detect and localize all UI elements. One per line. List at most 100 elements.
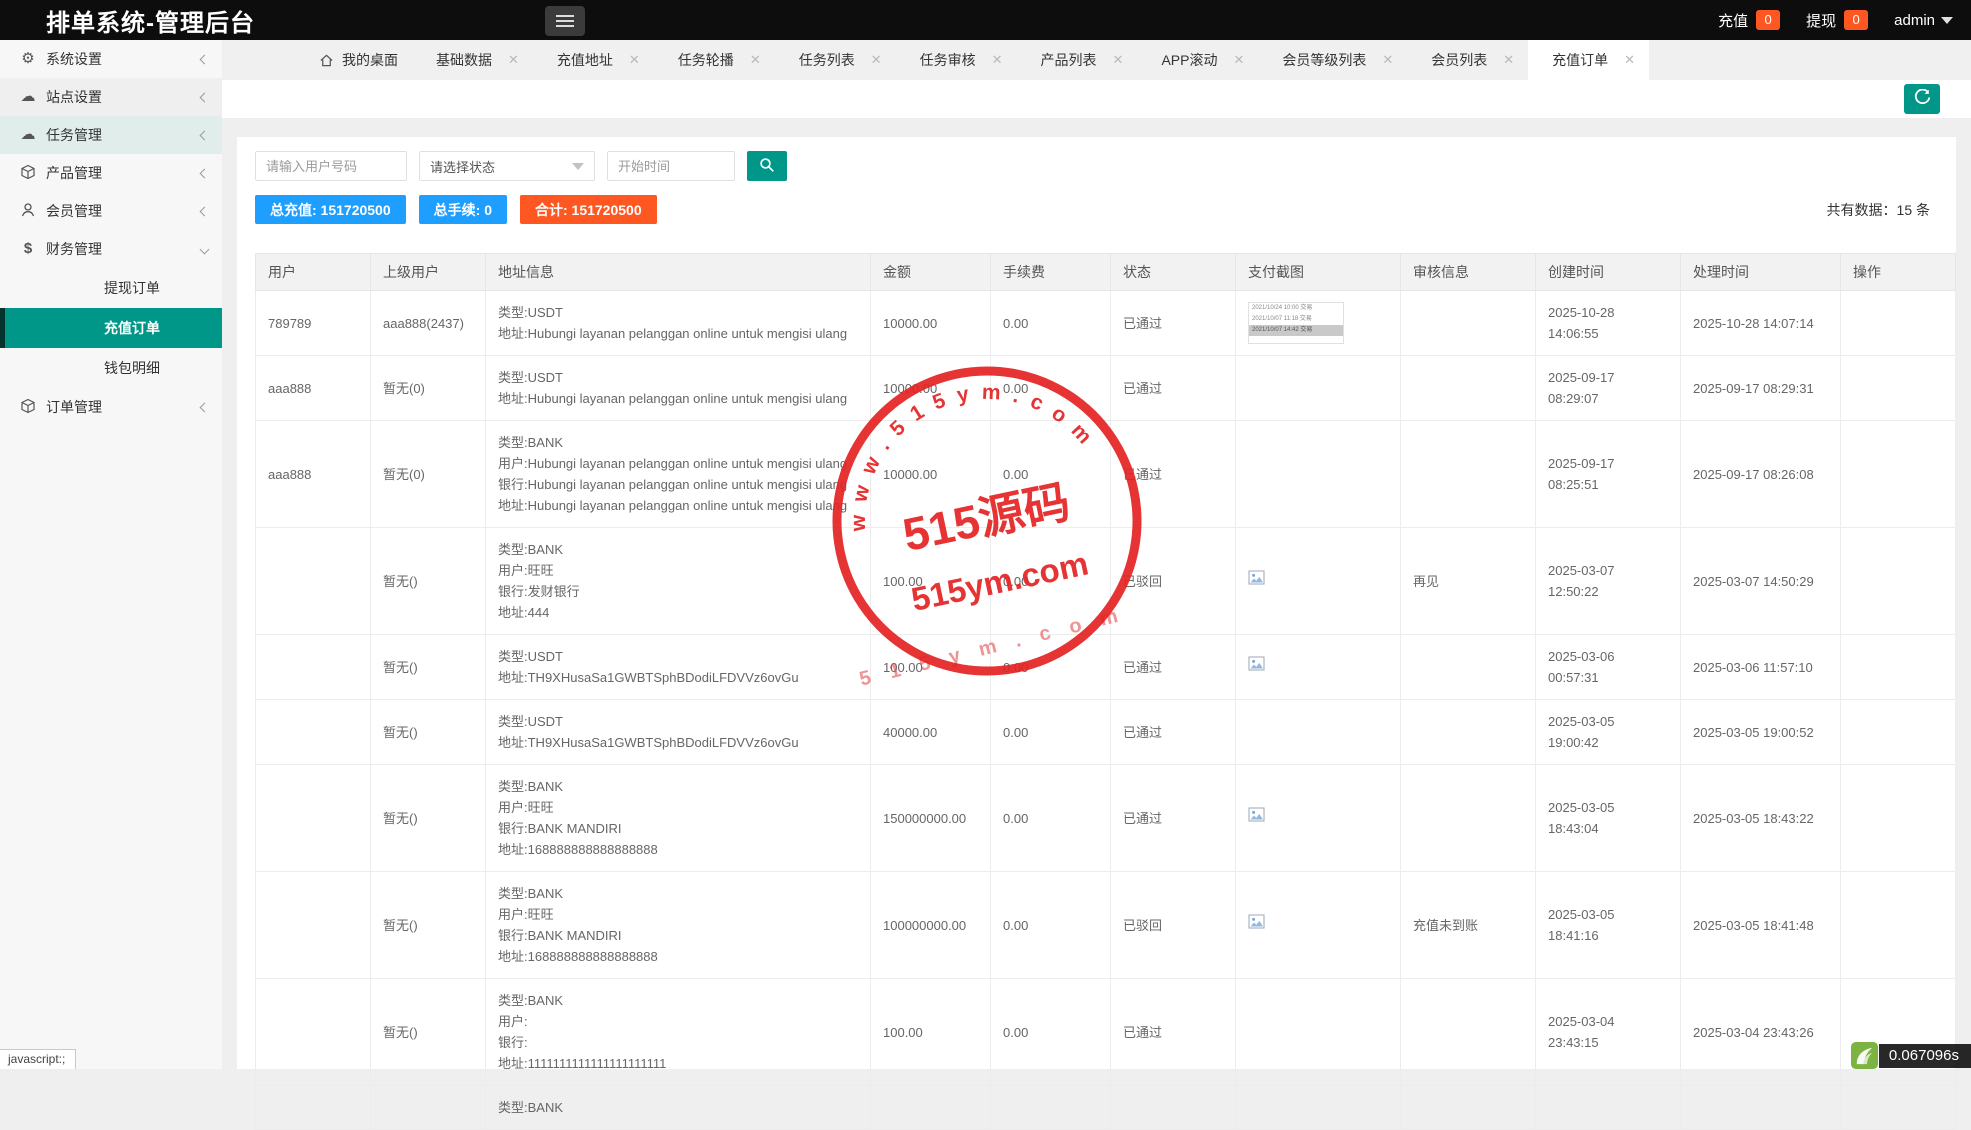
cell-actions <box>1841 421 1956 528</box>
tab-close-icon[interactable]: ✕ <box>1113 52 1124 68</box>
sidebar-item-3[interactable]: 产品管理 <box>0 154 222 192</box>
broken-image-icon[interactable] <box>1248 574 1266 589</box>
page-load-time: 0.067096s <box>1879 1044 1971 1068</box>
table-row: 暂无()类型:BANK用户:旺旺银行:BANK MANDIRI地址:168888… <box>256 765 1956 872</box>
tab-6[interactable]: 产品列表 ✕ <box>1017 40 1138 80</box>
table-row: 暂无()类型:BANK用户:旺旺银行:BANK MANDIRI地址:168888… <box>256 872 1956 979</box>
broken-image-icon[interactable] <box>1248 918 1266 933</box>
tab-3[interactable]: 任务轮播✕ <box>654 40 775 80</box>
tab-9[interactable]: 会员列表 ✕ <box>1407 40 1528 80</box>
tab-label: 基础数据 <box>436 50 492 70</box>
home-icon <box>319 53 334 68</box>
cell-created-time: 2025-03-04 23:43:15 <box>1536 979 1681 1086</box>
sidebar-item-1[interactable]: ☁站点设置 <box>0 78 222 116</box>
tab-4[interactable]: 任务列表✕ <box>775 40 896 80</box>
cell-amount: 100.00 <box>871 979 991 1086</box>
tab-close-icon[interactable]: ✕ <box>629 52 640 68</box>
table-row: aaa888暂无(0)类型:BANK用户:Hubungi layanan pel… <box>256 421 1956 528</box>
recharge-notice[interactable]: 充值 0 <box>1718 10 1780 31</box>
payment-screenshot-thumbnail[interactable]: 2021/10/24 10:00 交易2021/10/07 11:18 交易20… <box>1248 302 1344 344</box>
column-header-1: 上级用户 <box>371 254 486 291</box>
cell-review-info <box>1401 979 1536 1086</box>
stat-button-2[interactable]: 合计: 151720500 <box>520 195 657 224</box>
cell-parent-user: 暂无(0) <box>371 421 486 528</box>
broken-image-icon[interactable] <box>1248 660 1266 675</box>
cell-address-info: 类型:USDT地址:Hubungi layanan pelanggan onli… <box>486 291 871 356</box>
cell-processed-time: 2025-09-17 08:26:08 <box>1681 421 1841 528</box>
cell-review-info <box>1401 291 1536 356</box>
chevron-left-icon <box>200 54 210 64</box>
tab-close-icon[interactable]: ✕ <box>1382 52 1393 68</box>
table-row: 暂无()类型:USDT地址:TH9XHusaSa1GWBTSphBDodiLFD… <box>256 635 1956 700</box>
user-number-input[interactable] <box>255 151 407 181</box>
tab-close-icon[interactable]: ✕ <box>871 52 882 68</box>
sidebar: ⚙系统设置☁站点设置☁任务管理产品管理会员管理$财务管理提现订单充值订单钱包明细… <box>0 40 222 1069</box>
cell-status <box>1111 1086 1236 1130</box>
column-header-2: 地址信息 <box>486 254 871 291</box>
sidebar-item-2[interactable]: ☁任务管理 <box>0 116 222 154</box>
sidebar-item-label: 财务管理 <box>46 239 102 259</box>
column-header-9: 处理时间 <box>1681 254 1841 291</box>
cell-fee: 0.00 <box>991 291 1111 356</box>
cell-payment-screenshot <box>1236 765 1401 872</box>
sidebar-item-4[interactable]: 会员管理 <box>0 192 222 230</box>
hamburger-menu-icon[interactable] <box>545 6 585 36</box>
status-select[interactable]: 请选择状态 <box>419 151 595 181</box>
cell-status: 已通过 <box>1111 765 1236 872</box>
cell-payment-screenshot <box>1236 421 1401 528</box>
sidebar-subitem-5-1[interactable]: 充值订单 <box>0 308 222 348</box>
refresh-button[interactable] <box>1904 84 1940 114</box>
cell-payment-screenshot <box>1236 1086 1401 1130</box>
tab-close-icon[interactable]: ✕ <box>1624 52 1635 68</box>
cell-user <box>256 700 371 765</box>
start-time-input[interactable] <box>607 151 735 181</box>
tab-close-icon[interactable]: ✕ <box>750 52 761 68</box>
tab-8[interactable]: 会员等级列表✕ <box>1258 40 1407 80</box>
cell-processed-time: 2025-03-04 23:43:26 <box>1681 979 1841 1086</box>
withdraw-notice-label: 提现 <box>1806 10 1836 31</box>
cell-parent-user: 暂无() <box>371 700 486 765</box>
sidebar-subitem-5-2[interactable]: 钱包明细 <box>0 348 222 388</box>
cell-fee: 0.00 <box>991 635 1111 700</box>
tab-0[interactable]: 我的桌面 <box>295 40 412 80</box>
tab-label: 产品列表 <box>1041 50 1097 70</box>
tab-close-icon[interactable]: ✕ <box>1233 52 1244 68</box>
admin-user-menu[interactable]: admin <box>1894 12 1953 29</box>
tab-5[interactable]: 任务审核✕ <box>896 40 1017 80</box>
stat-button-1[interactable]: 总手续: 0 <box>419 195 507 224</box>
cube-icon <box>19 164 37 182</box>
cell-fee: 0.00 <box>991 979 1111 1086</box>
cell-amount: 40000.00 <box>871 700 991 765</box>
chevron-down-icon <box>200 244 210 254</box>
recharge-count-badge: 0 <box>1756 10 1780 30</box>
sidebar-item-5[interactable]: $财务管理 <box>0 230 222 268</box>
tab-close-icon[interactable]: ✕ <box>1503 52 1514 68</box>
broken-image-icon[interactable] <box>1248 811 1266 826</box>
cell-status: 已通过 <box>1111 700 1236 765</box>
sidebar-item-6[interactable]: 订单管理 <box>0 388 222 426</box>
cell-parent-user: aaa888(2437) <box>371 291 486 356</box>
admin-username: admin <box>1894 12 1935 29</box>
tab-7[interactable]: APP滚动✕ <box>1137 40 1258 80</box>
column-header-3: 金额 <box>871 254 991 291</box>
cell-payment-screenshot <box>1236 872 1401 979</box>
withdraw-notice[interactable]: 提现 0 <box>1806 10 1868 31</box>
stat-button-0[interactable]: 总充值: 151720500 <box>255 195 406 224</box>
cell-user <box>256 1086 371 1130</box>
cell-status: 已通过 <box>1111 356 1236 421</box>
cell-created-time: 2025-09-17 08:29:07 <box>1536 356 1681 421</box>
tab-1[interactable]: 基础数据 ✕ <box>412 40 533 80</box>
tab-label: 会员列表 <box>1431 50 1487 70</box>
sidebar-subitem-5-0[interactable]: 提现订单 <box>0 268 222 308</box>
cell-address-info: 类型:USDT地址:TH9XHusaSa1GWBTSphBDodiLFDVVz6… <box>486 700 871 765</box>
sidebar-item-0[interactable]: ⚙系统设置 <box>0 40 222 78</box>
tab-close-icon[interactable]: ✕ <box>992 52 1003 68</box>
tab-close-icon[interactable]: ✕ <box>508 52 519 68</box>
tab-10[interactable]: 充值订单✕ <box>1528 40 1649 80</box>
cell-user: 789789 <box>256 291 371 356</box>
tab-2[interactable]: 充值地址✕ <box>533 40 654 80</box>
stats-row: 总充值: 151720500总手续: 0合计: 151720500共有数据：15… <box>255 195 1938 224</box>
search-button[interactable] <box>747 151 787 181</box>
cell-user <box>256 979 371 1086</box>
cell-fee: 0.00 <box>991 528 1111 635</box>
